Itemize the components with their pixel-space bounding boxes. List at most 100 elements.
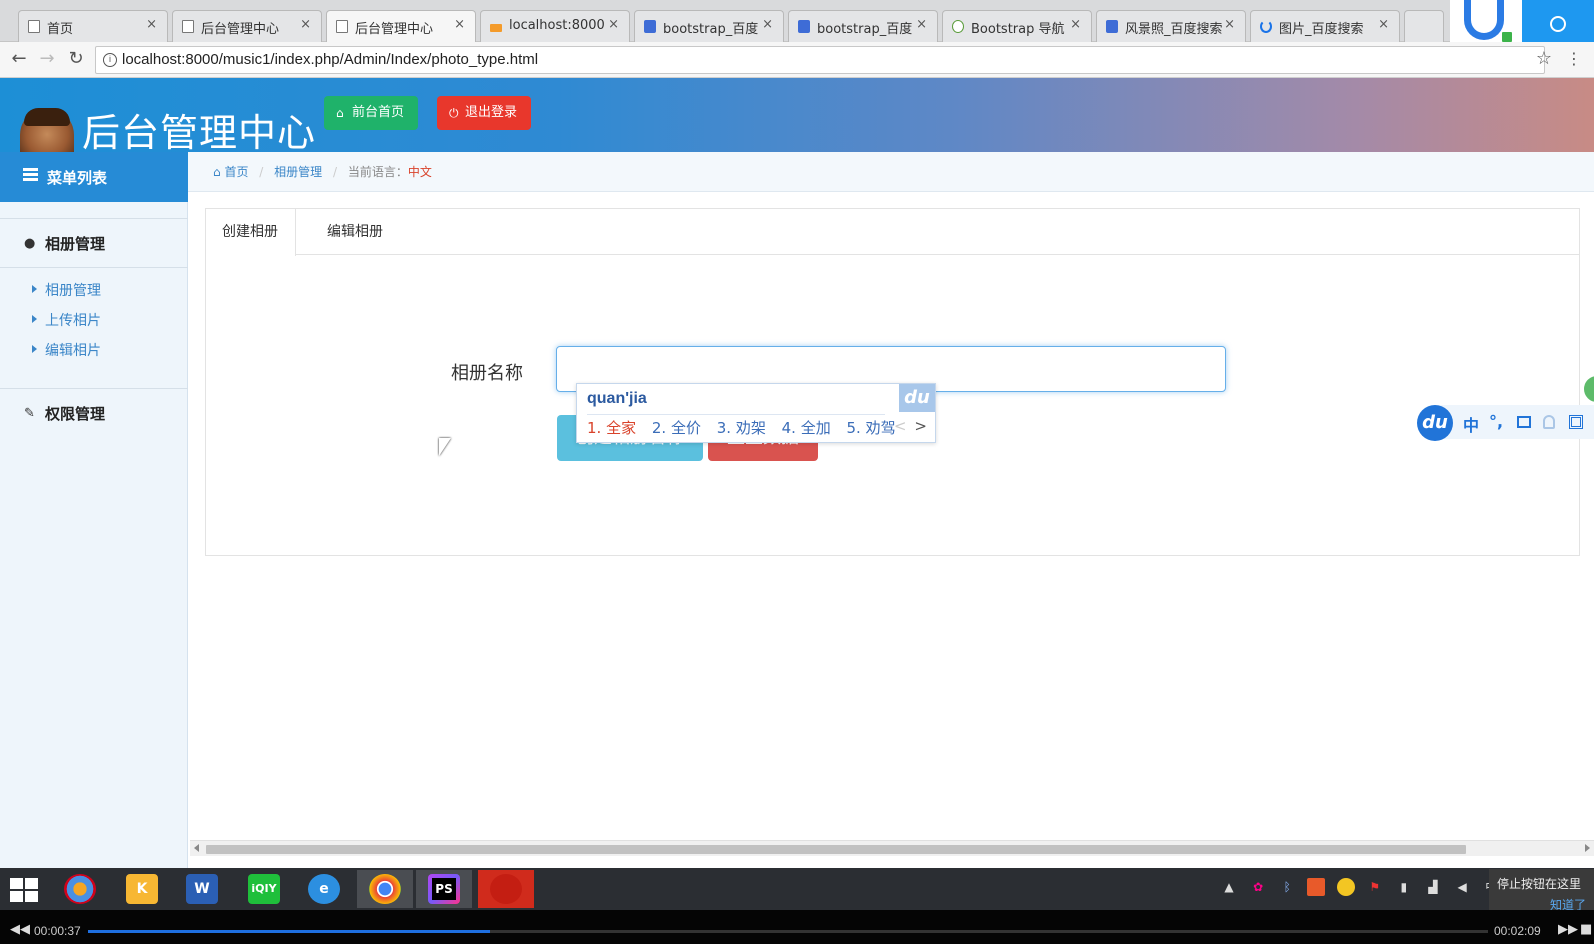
sidebar-section-album[interactable]: ● 相册管理 <box>0 218 188 268</box>
tray-app-icon[interactable] <box>1307 878 1326 896</box>
baidu-du-icon[interactable]: du <box>1417 405 1453 441</box>
ime-user-icon[interactable] <box>1543 415 1555 429</box>
browser-tab[interactable]: localhost:8000 × <box>480 10 630 42</box>
url-text: localhost:8000/music1/index.php/Admin/In… <box>122 51 539 68</box>
ime-status-bar[interactable]: du 中 °, <box>1417 405 1594 441</box>
progress-fill <box>88 930 490 933</box>
ime-candidate[interactable]: 5. 劝驾 <box>847 419 896 437</box>
browser-tab[interactable]: bootstrap_百度 × <box>634 10 784 42</box>
close-icon[interactable]: × <box>1070 17 1081 32</box>
url-input[interactable]: i localhost:8000/music1/index.php/Admin/… <box>95 46 1545 74</box>
ime-divider <box>587 414 885 415</box>
rewind-icon[interactable]: ◀◀ <box>10 922 30 937</box>
bluetooth-icon[interactable]: ᛒ <box>1278 878 1296 896</box>
notice-text: 停止按钮在这里 <box>1497 877 1582 891</box>
browser-tab[interactable]: 图片_百度搜索 × <box>1250 10 1400 42</box>
close-icon[interactable]: × <box>1224 17 1235 32</box>
recorder-app-icon[interactable] <box>478 870 534 908</box>
scroll-left-icon[interactable] <box>194 844 199 852</box>
browser-tab[interactable]: bootstrap_百度 × <box>788 10 938 42</box>
sidebar-section-label: 权限管理 <box>45 405 106 423</box>
ime-candidate[interactable]: 1. 全家 <box>587 419 636 437</box>
tray-arrow-icon[interactable]: ▲ <box>1220 878 1238 896</box>
iqiyi-icon[interactable]: iQIY <box>236 870 292 908</box>
ime-candidate[interactable]: 4. 全加 <box>782 419 831 437</box>
bootstrap-icon <box>952 20 964 33</box>
ime-next-icon[interactable]: > <box>914 417 927 435</box>
breadcrumb-home[interactable]: 首页 <box>224 165 248 179</box>
front-home-label: 前台首页 <box>352 105 405 120</box>
scroll-thumb[interactable] <box>206 845 1466 854</box>
info-icon[interactable]: i <box>103 53 117 67</box>
word-icon[interactable]: W <box>174 870 230 908</box>
close-icon[interactable]: × <box>454 17 465 32</box>
close-icon[interactable]: × <box>608 17 619 32</box>
ime-candidate[interactable]: 2. 全价 <box>652 419 701 437</box>
menu-icon[interactable]: ⋮ <box>1563 48 1585 70</box>
sidebar-item-upload-photo[interactable]: 上传相片 <box>32 310 101 330</box>
progress-track[interactable] <box>88 930 1488 933</box>
browser-tab-active[interactable]: 后台管理中心 × <box>326 10 476 43</box>
floating-plugin[interactable] <box>1450 0 1594 46</box>
horizontal-scrollbar[interactable] <box>190 840 1594 856</box>
site-header: 后台管理中心 ⌂ 前台首页 ⏻ 退出登录 <box>0 78 1594 155</box>
ime-candidates: 1. 全家 2. 全价 3. 劝架 4. 全加 5. 劝驾 <box>587 417 907 438</box>
page-icon <box>336 20 348 33</box>
breadcrumb-section[interactable]: 相册管理 <box>274 165 322 179</box>
baidu-paw-icon <box>1106 20 1118 33</box>
list-icon <box>23 168 38 181</box>
close-icon[interactable]: × <box>916 17 927 32</box>
logout-button[interactable]: ⏻ 退出登录 <box>437 96 532 130</box>
stop-icon[interactable]: ■ <box>1580 922 1592 937</box>
ime-grid-icon[interactable] <box>1569 415 1583 429</box>
ie-icon[interactable]: e <box>296 870 352 908</box>
browser-tab[interactable]: 后台管理中心 × <box>172 10 322 42</box>
ime-lang-toggle[interactable]: 中 <box>1463 412 1479 436</box>
tray-flower-icon[interactable]: ✿ <box>1249 878 1267 896</box>
sidebar-heading: 菜单列表 <box>0 152 188 202</box>
sidebar-section-label: 相册管理 <box>45 235 106 253</box>
back-icon[interactable]: ← <box>8 48 30 70</box>
close-icon[interactable]: × <box>762 17 773 32</box>
tab-create-album[interactable]: 创建相册 <box>206 209 296 256</box>
loading-icon <box>1260 20 1272 33</box>
ime-punct-toggle[interactable]: °, <box>1489 412 1503 431</box>
browser-tab[interactable]: 首页 × <box>18 10 168 42</box>
signal-icon[interactable]: ▟ <box>1424 878 1442 896</box>
chrome-icon[interactable] <box>357 870 413 908</box>
ime-prev-icon[interactable]: < <box>894 417 907 435</box>
browser-tab[interactable]: 风景照_百度搜索 × <box>1096 10 1246 42</box>
baidu-paw-icon <box>644 20 656 33</box>
close-icon[interactable]: × <box>146 17 157 32</box>
app-colorful-icon[interactable] <box>52 870 108 908</box>
browser-tab[interactable]: Bootstrap 导航 × <box>942 10 1092 42</box>
tray-flag-icon[interactable]: ⚑ <box>1366 878 1384 896</box>
battery-icon[interactable]: ▮ <box>1395 878 1413 896</box>
fast-forward-icon[interactable]: ▶▶ <box>1558 922 1578 937</box>
reload-icon[interactable]: ↻ <box>65 48 87 70</box>
ime-candidate[interactable]: 3. 劝架 <box>717 419 766 437</box>
new-tab-button[interactable] <box>1404 10 1444 42</box>
close-icon[interactable]: × <box>300 17 311 32</box>
windows-start-icon[interactable] <box>10 878 40 902</box>
refresh-plugin-icon[interactable] <box>1522 0 1594 46</box>
page-viewport: 后台管理中心 ⌂ 前台首页 ⏻ 退出登录 菜单列表 ● 相册管理 相册管理 上传… <box>0 78 1594 868</box>
phpstorm-icon[interactable]: PS <box>416 870 472 908</box>
u-plugin-icon[interactable] <box>1450 0 1522 46</box>
front-home-button[interactable]: ⌂ 前台首页 <box>324 96 419 130</box>
scroll-right-icon[interactable] <box>1585 844 1590 852</box>
forward-icon[interactable]: → <box>36 48 58 70</box>
ime-keyboard-icon[interactable] <box>1517 416 1531 428</box>
tray-plus-icon[interactable] <box>1336 878 1355 896</box>
sidebar-item-album-manage[interactable]: 相册管理 <box>32 280 101 300</box>
close-icon[interactable]: × <box>1378 17 1389 32</box>
bookmark-star-icon[interactable]: ☆ <box>1533 48 1555 70</box>
sidebar-section-permission[interactable]: ✎ 权限管理 <box>0 388 188 438</box>
app-folder-icon[interactable]: K <box>114 870 170 908</box>
taskbar: K W iQIY e PS ▲ ✿ ᛒ ⚑ ▮ ▟ ◀ 中 <box>0 868 1594 910</box>
sidebar-item-edit-photo[interactable]: 编辑相片 <box>32 340 101 360</box>
tab-edit-album[interactable]: 编辑相册 <box>311 209 383 255</box>
volume-icon[interactable]: ◀ <box>1453 878 1471 896</box>
side-float-icon[interactable] <box>1582 374 1594 404</box>
breadcrumb-home-icon[interactable]: ⌂ <box>213 165 224 179</box>
